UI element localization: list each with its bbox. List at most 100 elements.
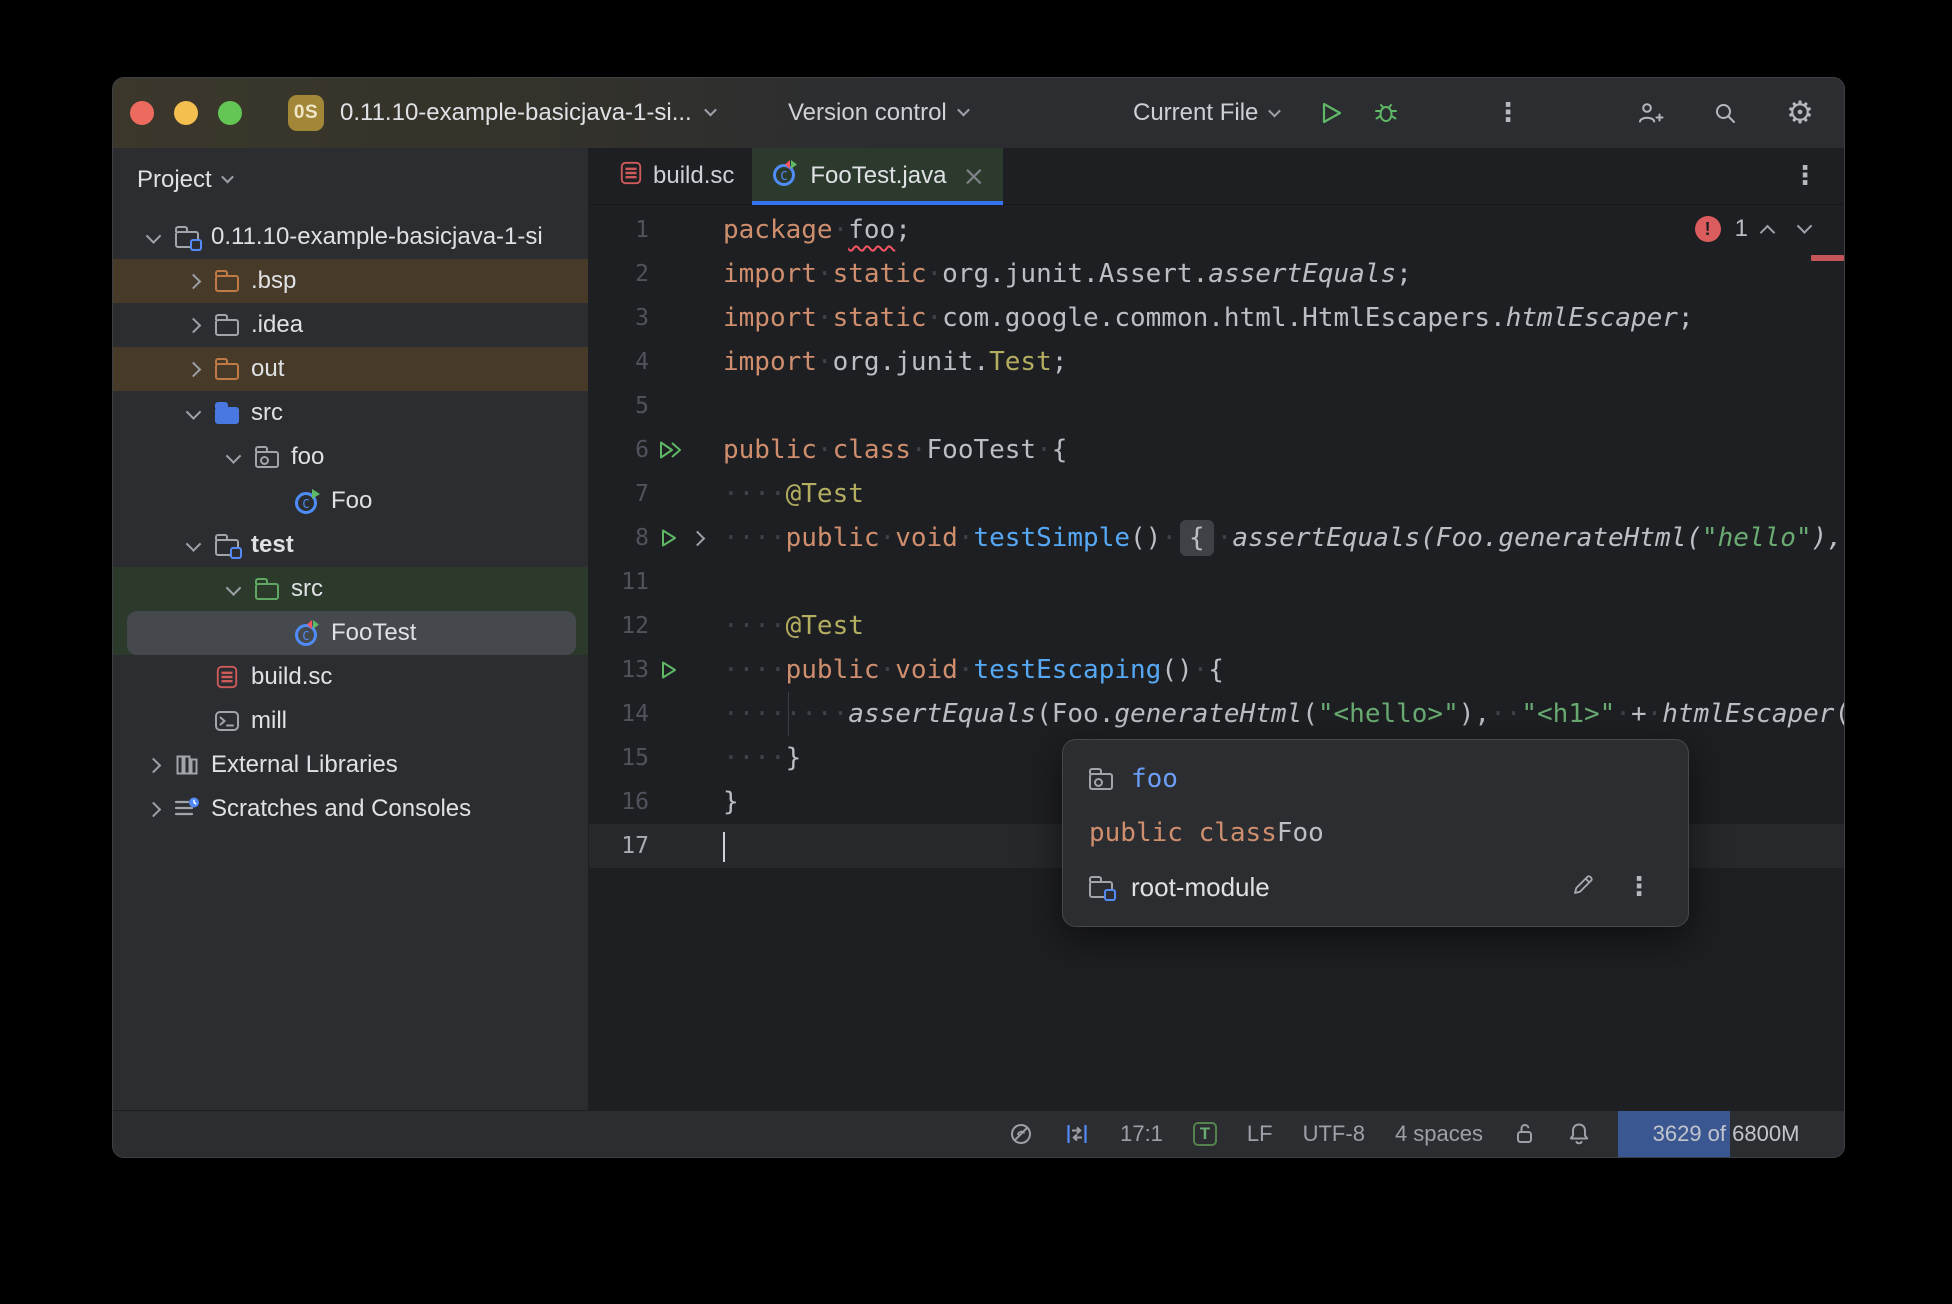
chevron-right-icon[interactable] [137, 743, 169, 787]
line-number[interactable]: 11 [589, 569, 649, 595]
code-token: · [816, 347, 833, 377]
minimize-window-button[interactable] [174, 101, 198, 125]
gutter [649, 824, 701, 868]
soft-wrap-icon[interactable] [1049, 1121, 1105, 1147]
code-line-3: 3 import·static·com.google.common.html.Ht… [589, 296, 1844, 340]
line-number[interactable]: 3 [589, 305, 649, 331]
chevron-down-icon[interactable] [137, 215, 169, 259]
tree-item-scratches-and-consoles[interactable]: Scratches and Consoles [113, 787, 588, 831]
chevron-glyph [185, 273, 201, 289]
more-actions-button[interactable]: ⋮ [1495, 78, 1521, 148]
version-control-widget[interactable]: Version control [788, 78, 970, 148]
tree-item-external-libraries[interactable]: External Libraries [113, 743, 588, 787]
chevron-down-icon[interactable] [217, 567, 249, 611]
line-number[interactable]: 17 [589, 833, 649, 859]
edit-pencil-icon[interactable] [1570, 872, 1596, 903]
lock-icon[interactable] [1498, 1121, 1552, 1147]
chevron-down-icon[interactable] [217, 435, 249, 479]
code-token: ········ [723, 699, 849, 729]
tab-build-sc[interactable]: build.sc [601, 148, 752, 204]
tree-item-build-sc[interactable]: build.sc [113, 655, 588, 699]
more-options-icon[interactable]: ⋮ [1626, 874, 1652, 900]
run-button[interactable] [1313, 96, 1347, 130]
prev-error-button[interactable] [1759, 224, 1776, 240]
run-configuration[interactable]: Current File [1133, 99, 1258, 127]
tree-item-out[interactable]: out [113, 347, 588, 391]
settings-gear-icon[interactable]: ⚙ [1783, 96, 1817, 130]
code-token: import [723, 347, 817, 377]
line-number[interactable]: 1 [589, 217, 649, 243]
tab-options-button[interactable]: ⋮ [1792, 148, 1818, 204]
caret-position[interactable]: 17:1 [1105, 1121, 1178, 1147]
tree-item-src[interactable]: src [113, 391, 588, 435]
code-editor[interactable]: 1 package·foo; 2 import·static·org.junit.As… [589, 205, 1844, 1111]
run-gutter-icon[interactable] [649, 648, 701, 692]
line-number[interactable]: 8 [589, 525, 649, 551]
popup-package-row[interactable]: foo [1063, 752, 1688, 806]
inspections-disabled-icon[interactable] [993, 1121, 1049, 1147]
inspections-widget[interactable]: ! 1 [1694, 215, 1813, 243]
line-separator[interactable]: LF [1232, 1121, 1288, 1147]
chevron-right-icon[interactable] [177, 303, 209, 347]
add-user-button[interactable] [1633, 96, 1667, 130]
code-token: ···· [723, 523, 786, 553]
tab-label: build.sc [653, 162, 735, 189]
line-number[interactable]: 14 [589, 701, 649, 727]
fold-collapsed-icon[interactable] [689, 530, 706, 547]
line-number[interactable]: 6 [589, 437, 649, 463]
tree-item-0-11-10-example-basicjava-1-si[interactable]: 0.11.10-example-basicjava-1-si [113, 215, 588, 259]
chevron-down-icon[interactable] [177, 391, 209, 435]
search-icon[interactable] [1708, 96, 1742, 130]
run-gutter-icon[interactable] [649, 516, 706, 560]
code-token: ···· [723, 655, 786, 685]
zoom-window-button[interactable] [218, 101, 242, 125]
next-error-button[interactable] [1796, 217, 1813, 234]
scratches-icon [169, 787, 205, 831]
chevron-right-icon[interactable] [177, 347, 209, 391]
line-number[interactable]: 7 [589, 481, 649, 507]
close-tab-icon[interactable]: × [962, 163, 985, 190]
tree-item--bsp[interactable]: .bsp [113, 259, 588, 303]
popup-declaration-row[interactable]: public class Foo [1063, 806, 1688, 860]
line-number[interactable]: 13 [589, 657, 649, 683]
editor-tabs: build.sc C FooTest.java × ⋮ [589, 148, 1844, 205]
tree-item-mill[interactable]: mill [113, 699, 588, 743]
line-number[interactable]: 4 [589, 349, 649, 375]
tree-item--idea[interactable]: .idea [113, 303, 588, 347]
project-badge[interactable]: 0S [288, 95, 324, 131]
line-number[interactable]: 15 [589, 745, 649, 771]
popup-module-row[interactable]: root-module ⋮ [1063, 860, 1688, 914]
file-encoding[interactable]: UTF-8 [1288, 1121, 1380, 1147]
chevron-down-icon[interactable] [177, 523, 209, 567]
debug-button[interactable] [1369, 96, 1403, 130]
tree-item-foo[interactable]: C Foo [113, 479, 588, 523]
folder-icon [209, 303, 245, 347]
indent-config[interactable]: 4 spaces [1380, 1121, 1498, 1147]
code-line-5: 5 [589, 384, 1844, 428]
run-gutter-icon[interactable] [649, 428, 701, 472]
code-token: ·· [1843, 523, 1844, 553]
chevron-down-icon[interactable] [703, 103, 717, 116]
line-number[interactable]: 5 [589, 393, 649, 419]
close-window-button[interactable] [130, 101, 154, 125]
tree-item-footest[interactable]: C FooTest [113, 611, 588, 655]
chevron-right-icon[interactable] [177, 259, 209, 303]
tree-item-test[interactable]: test [113, 523, 588, 567]
line-number[interactable]: 12 [589, 613, 649, 639]
chevron-right-icon[interactable] [137, 787, 169, 831]
code-token: htmlEscaper [1505, 303, 1678, 333]
tab-footest-java[interactable]: C FooTest.java × [752, 148, 1004, 205]
notifications-bell-icon[interactable] [1552, 1121, 1606, 1147]
project-panel-header[interactable]: Project [113, 148, 588, 202]
chevron-down-icon[interactable] [1268, 104, 1282, 117]
tree-item-src[interactable]: src [113, 567, 588, 611]
line-number[interactable]: 16 [589, 789, 649, 815]
tree-item-foo[interactable]: foo [113, 435, 588, 479]
error-stripe-mark[interactable] [1811, 255, 1844, 261]
memory-indicator[interactable]: 3629 of 6800M [1618, 1111, 1844, 1157]
line-number[interactable]: 2 [589, 261, 649, 287]
file-type-badge[interactable]: T [1178, 1122, 1232, 1146]
project-title[interactable]: 0.11.10-example-basicjava-1-si... [340, 99, 692, 127]
folded-region[interactable]: { [1180, 520, 1214, 556]
